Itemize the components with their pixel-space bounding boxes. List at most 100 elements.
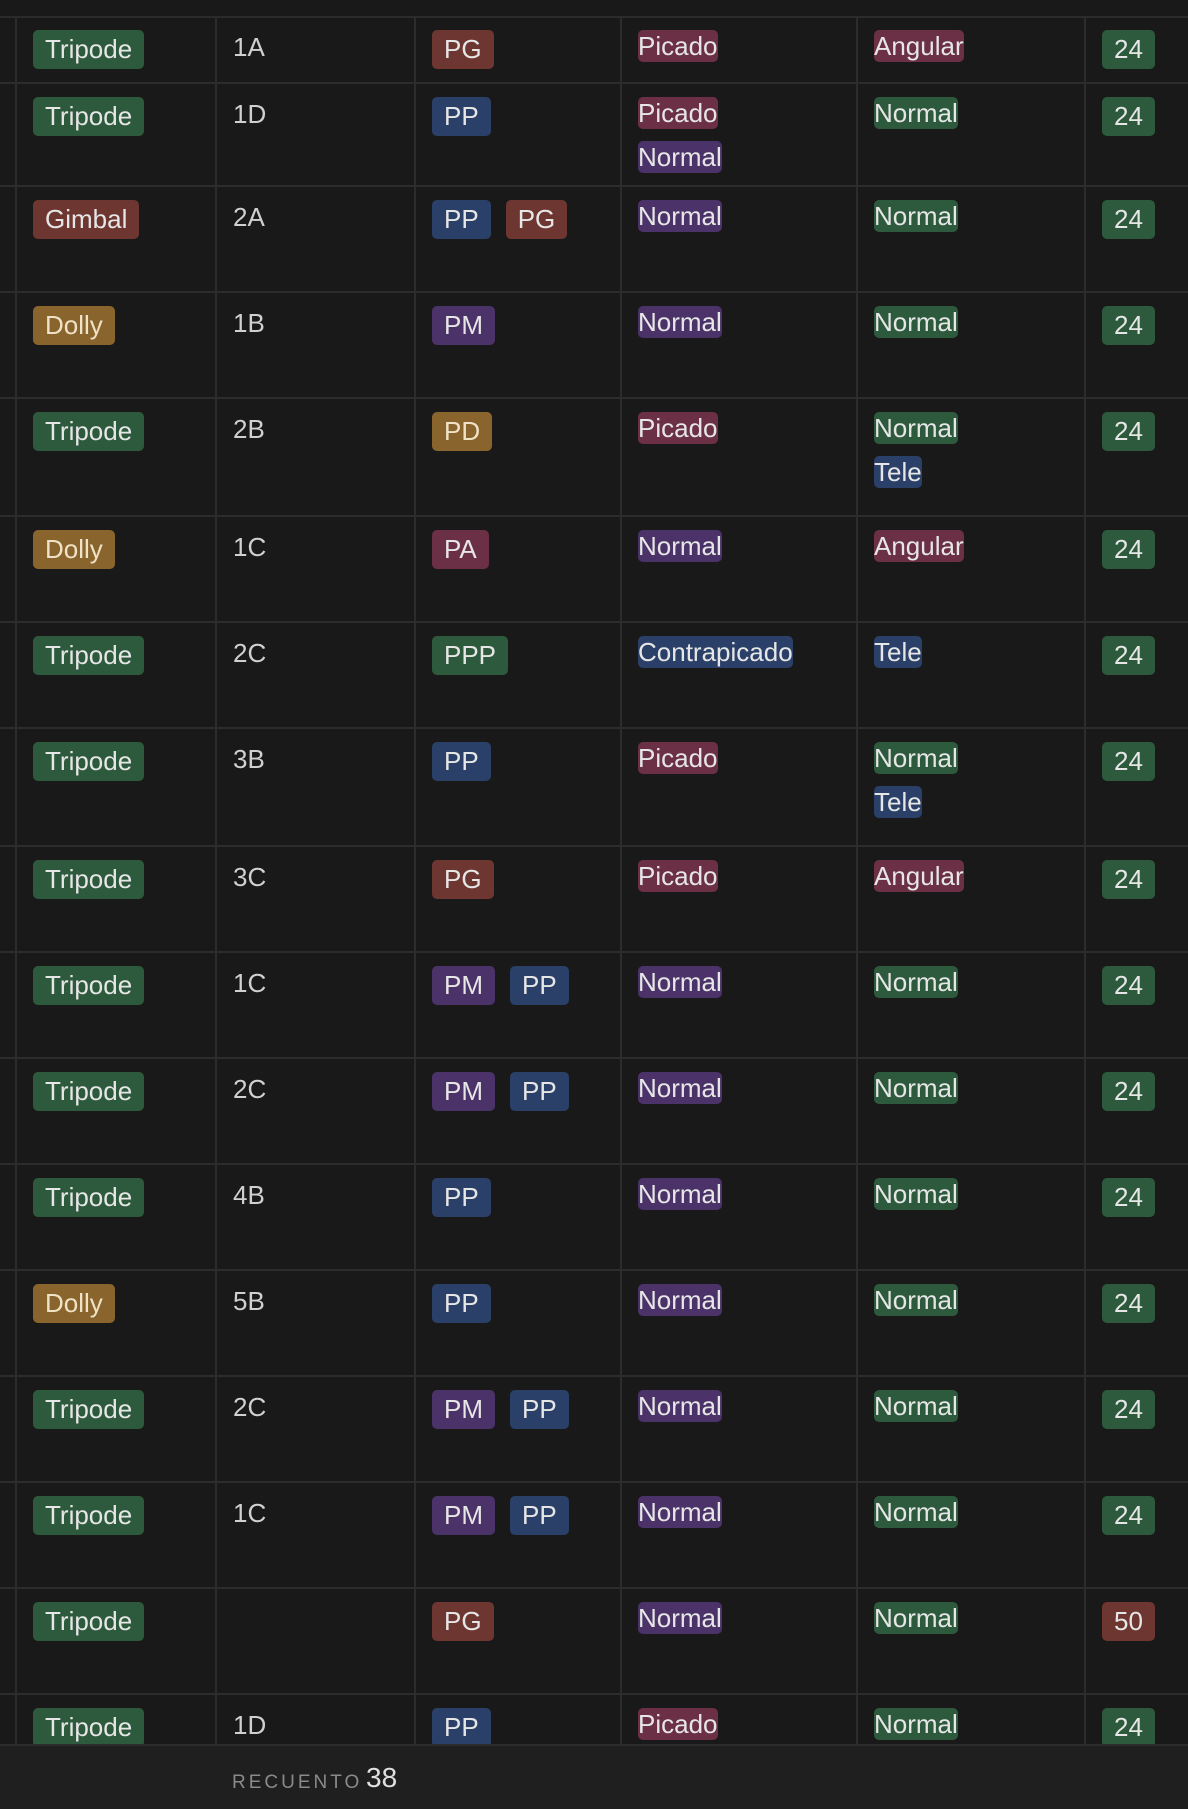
angulo-tag[interactable]: Normal: [638, 200, 722, 232]
lente-tag[interactable]: Normal: [874, 1072, 958, 1104]
cell-plano[interactable]: 1B: [216, 292, 416, 399]
lente-tag[interactable]: Normal: [874, 1708, 958, 1740]
soporte-tag[interactable]: Tripode: [33, 966, 145, 1005]
tipo-tag[interactable]: PG: [432, 1602, 494, 1641]
tipo-tag[interactable]: PA: [432, 530, 489, 569]
table-row[interactable]: Tripode 1C PM PP Normal Normal 24: [0, 1482, 1188, 1589]
soporte-tag[interactable]: Tripode: [33, 1390, 145, 1429]
soporte-tag[interactable]: Tripode: [33, 1496, 145, 1535]
tipo-tag[interactable]: PM: [432, 1072, 495, 1111]
angulo-tag[interactable]: Contrapicado: [638, 636, 793, 668]
cell-soporte[interactable]: Tripode: [16, 846, 217, 953]
table-row[interactable]: Dolly 1C PA Normal Angular 24: [0, 516, 1188, 623]
cell-angulo[interactable]: Picado: [621, 398, 858, 517]
cell-angulo[interactable]: Normal: [621, 1588, 858, 1695]
cell-fps[interactable]: 24: [1085, 398, 1188, 517]
lente-tag[interactable]: Tele: [874, 786, 922, 818]
table-row[interactable]: Tripode 1A PG Picado Angular 24: [0, 17, 1188, 84]
cell-plano[interactable]: 1C: [216, 516, 416, 623]
table-row[interactable]: Tripode 4B PP Normal Normal 24: [0, 1164, 1188, 1271]
angulo-tag[interactable]: Picado: [638, 860, 718, 892]
cell-fps[interactable]: 24: [1085, 1694, 1188, 1744]
cell-soporte[interactable]: Tripode: [16, 1482, 217, 1589]
cell-angulo[interactable]: Normal: [621, 1376, 858, 1483]
fps-tag[interactable]: 24: [1102, 530, 1155, 569]
soporte-tag[interactable]: Tripode: [33, 412, 145, 451]
fps-tag[interactable]: 24: [1102, 966, 1155, 1005]
cell-plano[interactable]: 1C: [216, 1482, 416, 1589]
cell-angulo[interactable]: Normal: [621, 952, 858, 1059]
cell-plano[interactable]: 2C: [216, 1376, 416, 1483]
soporte-tag[interactable]: Tripode: [33, 1602, 145, 1641]
angulo-tag[interactable]: Picado: [638, 30, 718, 62]
lente-tag[interactable]: Normal: [874, 1496, 958, 1528]
fps-tag[interactable]: 24: [1102, 1390, 1155, 1429]
cell-plano[interactable]: 1D: [216, 83, 416, 187]
cell-fps[interactable]: 24: [1085, 17, 1188, 84]
cell-plano[interactable]: 2C: [216, 1058, 416, 1165]
cell-plano[interactable]: 3C: [216, 846, 416, 953]
cell-angulo[interactable]: Picado: [621, 17, 858, 84]
cell-lente[interactable]: Tele: [857, 622, 1086, 729]
cell-angulo[interactable]: Picado: [621, 1694, 858, 1744]
lente-tag[interactable]: Normal: [874, 306, 958, 338]
cell-fps[interactable]: 24: [1085, 83, 1188, 187]
angulo-tag[interactable]: Normal: [638, 141, 722, 173]
cell-angulo[interactable]: Normal: [621, 1482, 858, 1589]
cell-angulo[interactable]: Normal: [621, 1058, 858, 1165]
count-value[interactable]: 38: [366, 1762, 397, 1794]
angulo-tag[interactable]: Picado: [638, 97, 718, 129]
cell-soporte[interactable]: Tripode: [16, 1376, 217, 1483]
cell-tipo[interactable]: PP: [415, 1694, 622, 1744]
cell-lente[interactable]: Normal: [857, 1164, 1086, 1271]
cell-lente[interactable]: Normal: [857, 186, 1086, 293]
table-row[interactable]: Tripode 1C PM PP Normal Normal 24: [0, 952, 1188, 1059]
lente-tag[interactable]: Angular: [874, 530, 964, 562]
fps-tag[interactable]: 24: [1102, 742, 1155, 781]
fps-tag[interactable]: 24: [1102, 1496, 1155, 1535]
table-row[interactable]: Tripode 2B PD Picado Normal Tele 24: [0, 398, 1188, 517]
cell-lente[interactable]: Normal: [857, 1588, 1086, 1695]
soporte-tag[interactable]: Dolly: [33, 530, 115, 569]
cell-tipo[interactable]: PA: [415, 516, 622, 623]
cell-soporte[interactable]: Tripode: [16, 17, 217, 84]
soporte-tag[interactable]: Tripode: [33, 30, 145, 69]
table-row[interactable]: Dolly 1B PM Normal Normal 24: [0, 292, 1188, 399]
soporte-tag[interactable]: Dolly: [33, 1284, 115, 1323]
cell-angulo[interactable]: Picado: [621, 846, 858, 953]
fps-tag[interactable]: 24: [1102, 860, 1155, 899]
cell-plano[interactable]: 1D: [216, 1694, 416, 1744]
angulo-tag[interactable]: Normal: [638, 966, 722, 998]
cell-plano[interactable]: 1A: [216, 17, 416, 84]
cell-plano[interactable]: 3B: [216, 728, 416, 847]
fps-tag[interactable]: 24: [1102, 636, 1155, 675]
tipo-tag[interactable]: PP: [432, 97, 491, 136]
lente-tag[interactable]: Normal: [874, 1602, 958, 1634]
cell-angulo[interactable]: Contrapicado: [621, 622, 858, 729]
cell-tipo[interactable]: PM PP: [415, 952, 622, 1059]
tipo-tag[interactable]: PP: [432, 1178, 491, 1217]
cell-lente[interactable]: Normal: [857, 292, 1086, 399]
tipo-tag[interactable]: PM: [432, 966, 495, 1005]
cell-tipo[interactable]: PG: [415, 846, 622, 953]
lente-tag[interactable]: Normal: [874, 1390, 958, 1422]
cell-lente[interactable]: Normal: [857, 952, 1086, 1059]
soporte-tag[interactable]: Tripode: [33, 1072, 145, 1111]
cell-fps[interactable]: 24: [1085, 292, 1188, 399]
tipo-tag[interactable]: PG: [432, 30, 494, 69]
cell-tipo[interactable]: PG: [415, 1588, 622, 1695]
cell-soporte[interactable]: Dolly: [16, 1270, 217, 1377]
cell-angulo[interactable]: Normal: [621, 292, 858, 399]
tipo-tag[interactable]: PM: [432, 1390, 495, 1429]
cell-soporte[interactable]: Tripode: [16, 952, 217, 1059]
lente-tag[interactable]: Angular: [874, 30, 964, 62]
cell-fps[interactable]: 24: [1085, 1376, 1188, 1483]
cell-tipo[interactable]: PM: [415, 292, 622, 399]
lente-tag[interactable]: Tele: [874, 456, 922, 488]
cell-soporte[interactable]: Tripode: [16, 1588, 217, 1695]
cell-fps[interactable]: 24: [1085, 186, 1188, 293]
tipo-tag[interactable]: PP: [432, 1708, 491, 1744]
lente-tag[interactable]: Normal: [874, 97, 958, 129]
angulo-tag[interactable]: Normal: [638, 1390, 722, 1422]
cell-angulo[interactable]: Normal: [621, 1270, 858, 1377]
